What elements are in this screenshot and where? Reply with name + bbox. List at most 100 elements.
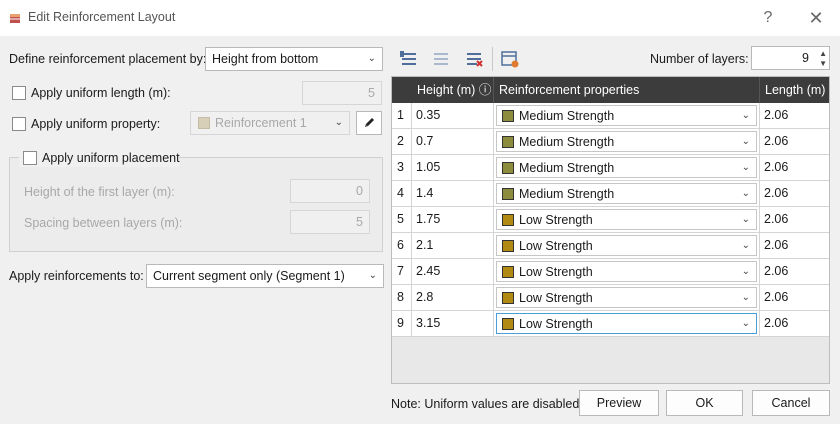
table-row: 8 2.8 Low Strength ⌄ 2.06 [392, 285, 829, 311]
uniform-length-input[interactable]: 5 [302, 81, 382, 105]
property-swatch [198, 117, 210, 129]
property-cell[interactable]: Medium Strength ⌄ [494, 129, 760, 155]
chevron-down-icon: ⌄ [334, 117, 343, 128]
length-cell[interactable]: 2.06 [760, 129, 829, 155]
row-index[interactable]: 7 [392, 259, 412, 285]
height-cell[interactable]: 1.05 [412, 155, 494, 181]
edit-property-button[interactable] [356, 111, 382, 135]
height-cell[interactable]: 3.15 [412, 311, 494, 337]
chevron-down-icon: ⌄ [741, 240, 750, 251]
property-select[interactable]: Low Strength ⌄ [496, 313, 757, 334]
uniform-length-label: Apply uniform length (m): [31, 86, 171, 100]
length-cell[interactable]: 2.06 [760, 103, 829, 129]
chevron-down-icon: ⌄ [741, 136, 750, 147]
row-index[interactable]: 1 [392, 103, 412, 129]
property-cell[interactable]: Low Strength ⌄ [494, 311, 760, 337]
placement-select[interactable]: Height from bottom ⌄ [205, 47, 383, 71]
first-layer-input[interactable]: 0 [290, 179, 370, 203]
property-cell[interactable]: Medium Strength ⌄ [494, 181, 760, 207]
property-select[interactable]: Low Strength ⌄ [496, 235, 757, 256]
header-height[interactable]: Height (m) ⓘ [412, 77, 494, 103]
close-button[interactable]: ✕ [800, 6, 832, 30]
height-cell[interactable]: 2.8 [412, 285, 494, 311]
property-swatch [502, 188, 514, 200]
chevron-down-icon: ⌄ [367, 53, 376, 64]
length-cell[interactable]: 2.06 [760, 259, 829, 285]
length-cell[interactable]: 2.06 [760, 181, 829, 207]
property-cell[interactable]: Low Strength ⌄ [494, 285, 760, 311]
app-icon [10, 14, 20, 23]
apply-to-select[interactable]: Current segment only (Segment 1) ⌄ [146, 264, 384, 288]
length-cell[interactable]: 2.06 [760, 155, 829, 181]
placement-label: Define reinforcement placement by: [9, 52, 207, 66]
chevron-up-icon[interactable]: ▲ [819, 49, 827, 59]
property-value: Low Strength [519, 317, 593, 331]
first-layer-label: Height of the first layer (m): [24, 185, 175, 199]
chevron-down-icon: ⌄ [741, 318, 750, 329]
height-cell[interactable]: 2.45 [412, 259, 494, 285]
height-cell[interactable]: 1.75 [412, 207, 494, 233]
row-index[interactable]: 2 [392, 129, 412, 155]
table-row: 7 2.45 Low Strength ⌄ 2.06 [392, 259, 829, 285]
property-select[interactable]: Low Strength ⌄ [496, 209, 757, 230]
chevron-down-icon: ⌄ [741, 110, 750, 121]
help-button[interactable]: ? [752, 6, 784, 30]
table-row: 6 2.1 Low Strength ⌄ 2.06 [392, 233, 829, 259]
layers-stepper[interactable]: 9 ▲ ▼ [751, 46, 830, 70]
height-cell[interactable]: 0.7 [412, 129, 494, 155]
window-title: Edit Reinforcement Layout [28, 10, 176, 24]
row-index[interactable]: 5 [392, 207, 412, 233]
property-value: Medium Strength [519, 135, 615, 149]
table-row: 2 0.7 Medium Strength ⌄ 2.06 [392, 129, 829, 155]
uniform-property-select[interactable]: Reinforcement 1 ⌄ [190, 111, 350, 135]
ok-button[interactable]: OK [666, 390, 743, 416]
length-cell[interactable]: 2.06 [760, 207, 829, 233]
chevron-down-icon[interactable]: ▼ [819, 59, 827, 69]
row-index[interactable]: 4 [392, 181, 412, 207]
insert-row-icon[interactable] [399, 49, 419, 69]
row-index[interactable]: 3 [392, 155, 412, 181]
height-cell[interactable]: 1.4 [412, 181, 494, 207]
property-cell[interactable]: Low Strength ⌄ [494, 207, 760, 233]
property-select[interactable]: Low Strength ⌄ [496, 261, 757, 282]
uniform-property-checkbox[interactable] [12, 117, 26, 131]
length-cell[interactable]: 2.06 [760, 311, 829, 337]
header-properties[interactable]: Reinforcement properties [494, 77, 760, 103]
length-cell[interactable]: 2.06 [760, 285, 829, 311]
property-value: Low Strength [519, 291, 593, 305]
uniform-length-checkbox[interactable] [12, 86, 26, 100]
pencil-icon [365, 118, 374, 127]
property-select[interactable]: Medium Strength ⌄ [496, 131, 757, 152]
table-row: 5 1.75 Low Strength ⌄ 2.06 [392, 207, 829, 233]
property-select[interactable]: Medium Strength ⌄ [496, 157, 757, 178]
property-cell[interactable]: Medium Strength ⌄ [494, 155, 760, 181]
uniform-placement-checkbox[interactable] [23, 151, 37, 165]
length-cell[interactable]: 2.06 [760, 233, 829, 259]
property-select[interactable]: Low Strength ⌄ [496, 287, 757, 308]
header-length[interactable]: Length (m) [760, 77, 829, 103]
property-cell[interactable]: Medium Strength ⌄ [494, 103, 760, 129]
placement-value: Height from bottom [212, 52, 319, 66]
delete-row-icon[interactable] [464, 49, 484, 69]
property-select[interactable]: Medium Strength ⌄ [496, 183, 757, 204]
property-swatch [502, 266, 514, 278]
spacing-input[interactable]: 5 [290, 210, 370, 234]
insert-row-below-icon[interactable] [431, 49, 451, 69]
property-value: Medium Strength [519, 161, 615, 175]
row-index[interactable]: 9 [392, 311, 412, 337]
row-index[interactable]: 8 [392, 285, 412, 311]
property-cell[interactable]: Low Strength ⌄ [494, 259, 760, 285]
property-value: Medium Strength [519, 109, 615, 123]
preview-button[interactable]: Preview [579, 390, 659, 416]
height-cell[interactable]: 0.35 [412, 103, 494, 129]
cancel-button[interactable]: Cancel [752, 390, 830, 416]
property-cell[interactable]: Low Strength ⌄ [494, 233, 760, 259]
table-settings-icon[interactable] [500, 49, 520, 69]
property-swatch [502, 240, 514, 252]
property-swatch [502, 318, 514, 330]
property-select[interactable]: Medium Strength ⌄ [496, 105, 757, 126]
row-index[interactable]: 6 [392, 233, 412, 259]
height-cell[interactable]: 2.1 [412, 233, 494, 259]
uniform-property-label: Apply uniform property: [31, 117, 161, 131]
property-value: Low Strength [519, 265, 593, 279]
